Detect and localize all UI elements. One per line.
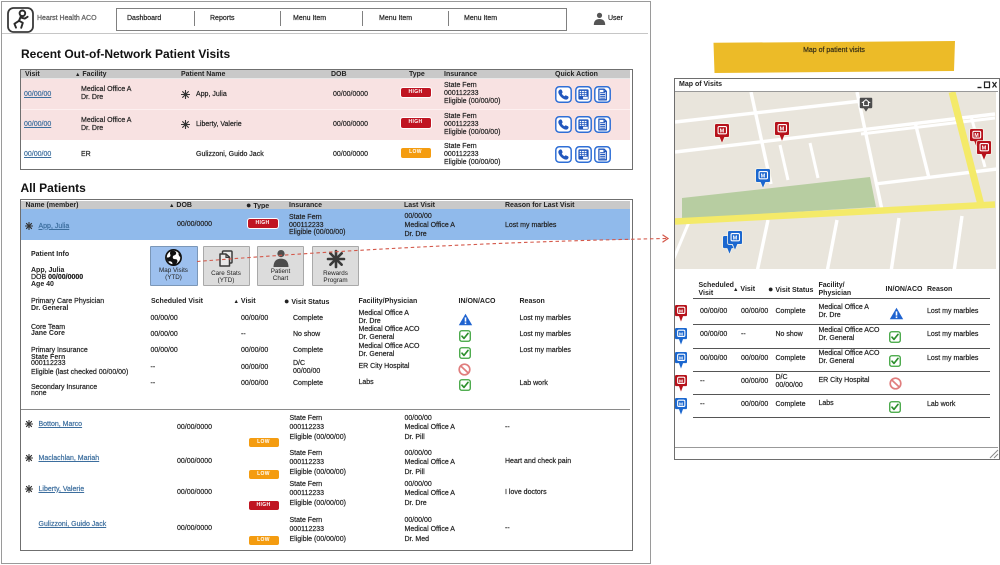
svg-text:M: M — [679, 309, 683, 315]
svg-text:M: M — [720, 129, 725, 135]
svg-text:M: M — [780, 126, 785, 132]
svg-text:M: M — [982, 145, 987, 151]
svg-text:M: M — [679, 378, 683, 384]
svg-text:M: M — [679, 401, 683, 407]
svg-text:M: M — [760, 173, 765, 179]
svg-text:M: M — [974, 133, 978, 139]
svg-text:M: M — [679, 332, 683, 338]
svg-text:M: M — [732, 236, 737, 242]
svg-text:M: M — [679, 355, 683, 361]
